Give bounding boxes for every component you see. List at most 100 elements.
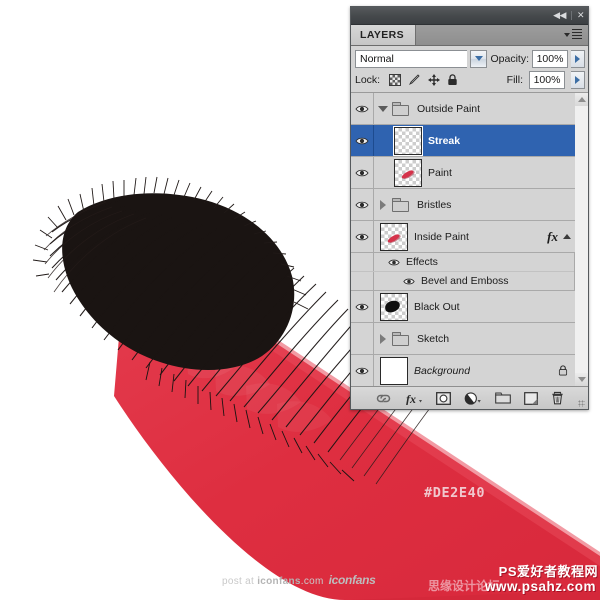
layer-row-sketch[interactable]: Sketch [351, 323, 575, 355]
effect-row-bevel-and-emboss[interactable]: Bevel and Emboss [351, 272, 575, 291]
effects-label: Effects [406, 256, 438, 268]
layer-row-black-out[interactable]: Black Out [351, 291, 575, 323]
layer-row-streak[interactable]: Streak [351, 125, 575, 157]
chevron-down-icon [564, 33, 570, 37]
new-layer-icon[interactable] [524, 390, 538, 406]
resize-grip[interactable] [578, 400, 585, 407]
scroll-down-icon[interactable] [575, 373, 588, 386]
watermark-chinese: PS爱好者教程网 思缘设计论坛 www.psahz.com [428, 561, 600, 597]
panel-titlebar: ◀◀ ✕ [351, 7, 588, 25]
eye-icon[interactable] [388, 258, 400, 267]
eye-icon [355, 232, 369, 242]
link-layers-icon[interactable] [375, 390, 392, 406]
layer-name: Background [414, 364, 471, 377]
layer-list: Outside Paint Streak Paint Bristles Insi… [351, 93, 588, 386]
layer-row-bristles[interactable]: Bristles [351, 189, 575, 221]
visibility-toggle[interactable] [351, 355, 374, 386]
new-fill-adjustment-layer-icon[interactable] [464, 390, 482, 406]
watermark-brand: iconfans [257, 576, 301, 587]
layer-name: Black Out [414, 300, 460, 313]
watermark-iconfans: post at iconfans.com iconfans [222, 573, 376, 587]
add-layer-mask-icon[interactable] [436, 390, 451, 406]
effects-group-row[interactable]: Effects [351, 253, 575, 272]
fill-value: 100% [533, 74, 561, 86]
layer-row-background[interactable]: Background [351, 355, 575, 386]
layer-thumbnail[interactable] [393, 125, 423, 156]
add-layer-style-icon[interactable]: fx [405, 390, 423, 406]
eye-icon [355, 366, 369, 376]
layer-thumbnail[interactable] [380, 292, 408, 321]
layer-thumbnail[interactable] [394, 158, 422, 187]
layer-rows: Outside Paint Streak Paint Bristles Insi… [351, 93, 575, 386]
layer-thumbnail[interactable] [380, 356, 408, 385]
lock-position-icon[interactable] [428, 74, 441, 86]
fx-icon: fx [547, 228, 558, 244]
group-expander-open[interactable] [374, 105, 392, 112]
blend-mode-select[interactable]: Normal [355, 49, 468, 68]
eye-icon [355, 168, 369, 178]
lock-transparent-pixels-icon[interactable] [389, 74, 402, 86]
hex-color-label: #DE2E40 [424, 485, 486, 501]
opacity-value: 100% [536, 52, 564, 65]
watermark-suffix: .com [300, 576, 324, 587]
visibility-spacer [351, 253, 374, 271]
scroll-up-icon[interactable] [575, 93, 588, 106]
visibility-toggle[interactable] [351, 221, 374, 252]
chevron-down-icon [474, 56, 483, 61]
visibility-spacer [351, 272, 374, 290]
opacity-slider-button[interactable] [571, 49, 585, 68]
close-icon[interactable]: ✕ [577, 11, 585, 20]
tab-layers[interactable]: LAYERS [351, 25, 417, 45]
fill-label: Fill: [506, 74, 523, 86]
layer-thumbnail[interactable] [380, 222, 408, 251]
effect-label: Bevel and Emboss [421, 275, 509, 287]
tab-layers-label: LAYERS [360, 29, 405, 41]
delete-layer-icon[interactable] [551, 390, 564, 406]
hamburger-icon [572, 29, 582, 41]
blend-mode-dropdown-arrow[interactable] [470, 49, 488, 68]
layers-panel: ◀◀ ✕ LAYERS Normal Opacity: 100% Lock: F… [350, 6, 589, 410]
layer-effects-indicator[interactable]: fx [547, 229, 575, 245]
layers-scrollbar[interactable] [574, 93, 588, 386]
lock-all-icon[interactable] [447, 74, 458, 86]
lock-icon-group [389, 74, 458, 86]
fill-input[interactable]: 100% [529, 71, 565, 89]
new-group-icon[interactable] [495, 390, 511, 406]
eye-icon [355, 302, 369, 312]
opacity-input[interactable]: 100% [532, 49, 568, 68]
visibility-toggle[interactable] [351, 125, 374, 156]
visibility-toggle[interactable] [351, 93, 374, 124]
watermark-cn-title: PS爱好者教程网 [498, 564, 598, 579]
effects-expander-icon[interactable] [563, 234, 571, 239]
visibility-toggle[interactable] [351, 157, 374, 188]
eye-icon [355, 136, 369, 146]
layer-name: Paint [428, 166, 452, 179]
watermark-cn-url: www.psahz.com [484, 579, 596, 594]
eye-icon[interactable] [403, 277, 415, 286]
visibility-toggle[interactable] [351, 323, 374, 354]
opacity-label: Opacity: [490, 52, 529, 65]
blend-mode-value: Normal [360, 52, 394, 65]
chevron-right-icon [575, 54, 580, 63]
group-expander-closed[interactable] [374, 333, 392, 344]
titlebar-divider [570, 11, 572, 20]
layer-row-outside-paint[interactable]: Outside Paint [351, 93, 575, 125]
visibility-toggle[interactable] [351, 291, 374, 322]
fill-slider-button[interactable] [571, 71, 585, 89]
layer-row-paint[interactable]: Paint [351, 157, 575, 189]
layer-row-inside-paint[interactable]: Inside Paint fx [351, 221, 575, 253]
eye-icon [355, 104, 369, 114]
background-lock-icon [558, 365, 575, 376]
folder-icon [392, 332, 409, 346]
folder-icon [392, 198, 409, 212]
lock-image-pixels-icon[interactable] [408, 74, 421, 86]
group-expander-closed[interactable] [374, 199, 392, 210]
collapse-panel-icon[interactable]: ◀◀ [553, 11, 566, 20]
panel-menu-button[interactable] [564, 25, 588, 45]
blend-opacity-row: Normal Opacity: 100% [351, 46, 588, 70]
chevron-right-icon [575, 76, 580, 84]
eye-icon [355, 200, 369, 210]
visibility-toggle[interactable] [351, 189, 374, 220]
layer-name: Outside Paint [417, 102, 481, 115]
layer-name: Sketch [417, 332, 450, 345]
